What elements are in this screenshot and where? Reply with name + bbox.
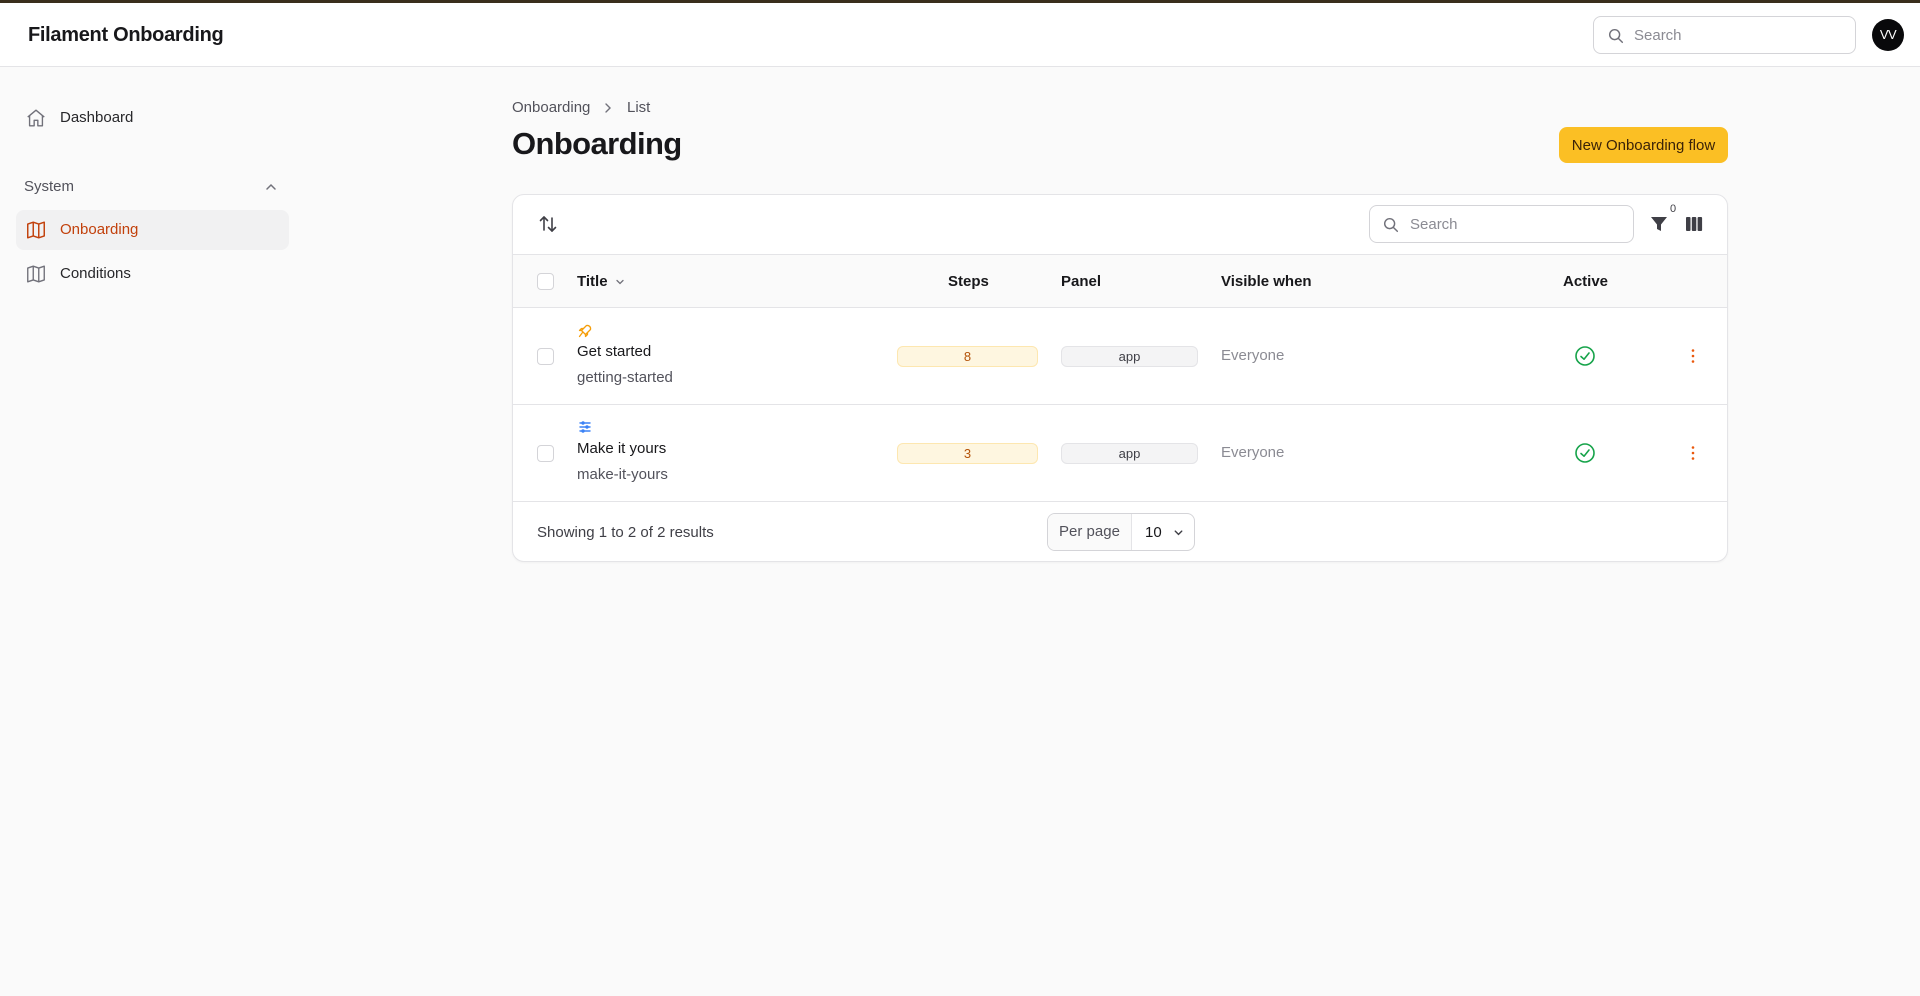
search-icon [1383,217,1399,233]
more-vertical-icon[interactable] [1683,443,1703,463]
sidebar-item-dashboard[interactable]: Dashboard [16,98,289,138]
visible-when: Everyone [1221,347,1285,364]
chevron-down-icon[interactable] [614,276,626,288]
row-slug: make-it-yours [577,466,668,483]
table-search-input[interactable] [1410,206,1625,242]
new-onboarding-flow-button[interactable]: New Onboarding flow [1559,127,1728,163]
columns-icon[interactable] [1684,214,1704,234]
sidebar-item-label: Onboarding [60,221,139,238]
panel-badge: app [1061,443,1198,464]
global-search[interactable] [1593,16,1856,54]
column-header-panel: Panel [1061,273,1102,290]
breadcrumb-current: List [627,99,651,116]
steps-badge: 8 [897,346,1038,367]
sidebar-item-conditions[interactable]: Conditions [16,254,289,294]
column-header-title[interactable]: Title [577,273,608,290]
row-checkbox[interactable] [537,348,554,365]
onboarding-table: 0 Title Steps Panel Visible when Active … [512,194,1728,562]
per-page-label: Per page [1048,514,1132,550]
search-icon [1608,28,1624,44]
row-checkbox[interactable] [537,445,554,462]
chevron-up-icon[interactable] [263,179,279,195]
sidebar-item-onboarding[interactable]: Onboarding [16,210,289,250]
app-title[interactable]: Filament Onboarding [28,24,224,47]
sort-icon[interactable] [537,213,559,235]
results-summary: Showing 1 to 2 of 2 results [537,524,714,541]
chevron-down-icon [1174,530,1183,536]
row-slug: getting-started [577,369,673,386]
column-header-visible-when: Visible when [1221,273,1312,290]
rocket-icon [578,324,592,338]
map-icon [27,265,45,283]
column-header-steps: Steps [948,273,989,290]
per-page-value[interactable]: 10 [1145,524,1162,541]
filter-count-badge: 0 [1670,203,1677,215]
list-icon [579,421,591,433]
more-vertical-icon[interactable] [1683,346,1703,366]
sidebar-item-label: Dashboard [60,109,134,126]
chevron-right-icon [605,103,611,113]
column-header-active: Active [1563,273,1609,290]
steps-badge: 3 [897,443,1038,464]
visible-when: Everyone [1221,444,1285,461]
row-title: Make it yours [577,440,667,457]
table-search[interactable] [1369,205,1634,243]
row-title: Get started [577,343,652,360]
sidebar-group-system[interactable]: System [24,178,74,195]
select-all-checkbox[interactable] [537,273,554,290]
user-avatar[interactable]: VV [1872,19,1904,51]
table-row[interactable]: Make it yours make-it-yours 3 app Everyo… [513,405,1727,502]
top-bar: Filament Onboarding VV [0,3,1920,67]
home-icon [27,109,45,127]
panel-badge: app [1061,346,1198,367]
table-header: Title Steps Panel Visible when Active [513,254,1727,308]
map-icon [27,221,45,239]
check-circle-icon [1575,346,1595,366]
sidebar-item-label: Conditions [60,265,131,282]
per-page-select[interactable]: Per page 10 [1047,513,1195,551]
filter-icon[interactable] [1648,213,1670,235]
global-search-input[interactable] [1634,17,1844,53]
table-row[interactable]: Get started getting-started 8 app Everyo… [513,308,1727,405]
check-circle-icon [1575,443,1595,463]
breadcrumb-root[interactable]: Onboarding [512,99,590,116]
page-title: Onboarding [512,126,682,161]
